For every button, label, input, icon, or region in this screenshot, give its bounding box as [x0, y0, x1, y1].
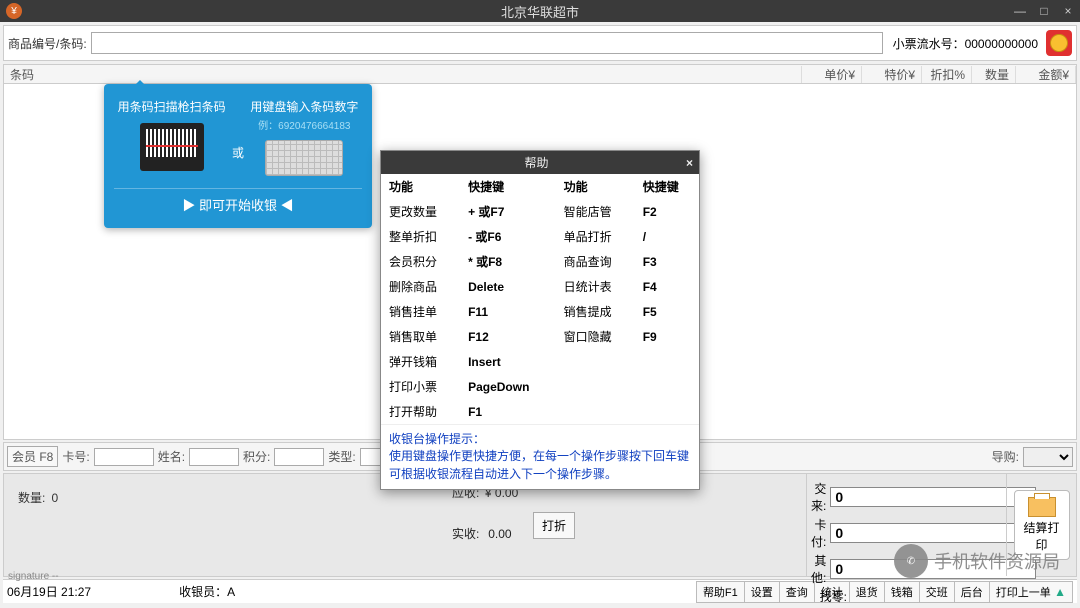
app-icon: ¥ [6, 3, 22, 19]
help-key: * 或F8 [460, 249, 556, 274]
type-label: 类型: [328, 448, 355, 465]
tooltip-scan-text: 用条码扫描枪扫条码 [117, 98, 227, 115]
guide-select[interactable] [1023, 447, 1073, 467]
help-key [635, 349, 699, 374]
barcode-scanner-icon [140, 123, 204, 171]
watermark: ✆ 手机软件资源局 [894, 544, 1060, 578]
wechat-icon: ✆ [894, 544, 928, 578]
guide-label: 导购: [992, 448, 1019, 465]
signature: signature -- [8, 571, 59, 582]
col-qty: 数量 [972, 66, 1016, 83]
col-price: 单价¥ [802, 66, 862, 83]
status-date: 06月19日 21:27 [7, 583, 91, 600]
help-key: PageDown [460, 374, 556, 399]
help-key: F4 [635, 274, 699, 299]
help-close-button[interactable]: × [686, 156, 693, 170]
help-key: F12 [460, 324, 556, 349]
help-key: F3 [635, 249, 699, 274]
help-tips: 收银台操作提示： 使用键盘操作更快捷方便，在每一个操作步骤按下回车键可根据收银流… [381, 424, 699, 489]
col-discount: 折扣% [922, 66, 972, 83]
help-key: F2 [635, 199, 699, 224]
help-func: 销售提成 [556, 299, 635, 324]
help-func: 整单折扣 [381, 224, 460, 249]
keyboard-icon [265, 140, 343, 176]
help-func: 删除商品 [381, 274, 460, 299]
status-button-2[interactable]: 查询 [779, 581, 814, 603]
change-label: 找零: [811, 588, 847, 605]
help-key: / [635, 224, 699, 249]
help-func: 销售挂单 [381, 299, 460, 324]
help-func: 窗口隐藏 [556, 324, 635, 349]
start-tooltip: 用条码扫描枪扫条码 或 用键盘输入条码数字 例：6920476664183 ▶ … [104, 84, 372, 228]
coin-icon[interactable] [1046, 30, 1072, 56]
help-func: 更改数量 [381, 199, 460, 224]
help-func [556, 349, 635, 374]
titlebar: ¥ 北京华联超市 — □ × [0, 0, 1080, 22]
maximize-button[interactable]: □ [1032, 4, 1056, 18]
tooltip-type-text: 用键盘输入条码数字 [249, 98, 359, 115]
help-func: 智能店管 [556, 199, 635, 224]
col-special: 特价¥ [862, 66, 922, 83]
close-button[interactable]: × [1056, 4, 1080, 18]
tooltip-example: 例：6920476664183 [249, 117, 359, 132]
cashier-display: 收银员：A [179, 583, 235, 600]
window-title: 北京华联超市 [501, 2, 579, 21]
card-label: 卡号: [62, 448, 89, 465]
help-key [635, 399, 699, 424]
help-func: 单品打折 [556, 224, 635, 249]
tooltip-start: ▶ 即可开始收银 ◀ [114, 188, 362, 220]
help-key: - 或F6 [460, 224, 556, 249]
cash-label: 交来: [811, 480, 826, 514]
help-table: 功能快捷键功能快捷键 更改数量+ 或F7智能店管F2整单折扣- 或F6单品打折/… [381, 174, 699, 424]
help-func: 日统计表 [556, 274, 635, 299]
card-pay-label: 卡付: [811, 516, 826, 550]
member-button[interactable]: 会员 F8 [7, 446, 58, 467]
status-button-1[interactable]: 设置 [744, 581, 779, 603]
barcode-label: 商品编号/条码: [8, 35, 87, 52]
col-barcode: 条码 [4, 66, 802, 83]
minimize-button[interactable]: — [1008, 4, 1032, 18]
help-func: 商品查询 [556, 249, 635, 274]
name-input[interactable] [189, 448, 239, 466]
help-key: + 或F7 [460, 199, 556, 224]
discount-button[interactable]: 打折 [533, 512, 575, 539]
status-button-0[interactable]: 帮助F1 [696, 581, 744, 603]
help-func: 打印小票 [381, 374, 460, 399]
help-dialog: 帮助 × 功能快捷键功能快捷键 更改数量+ 或F7智能店管F2整单折扣- 或F6… [380, 150, 700, 490]
col-amount: 金额¥ [1016, 66, 1076, 83]
card-input[interactable] [94, 448, 154, 466]
barcode-input[interactable] [91, 32, 883, 54]
help-func: 会员积分 [381, 249, 460, 274]
watermark-text: 手机软件资源局 [934, 548, 1060, 574]
other-label: 其他: [811, 552, 826, 586]
help-key: F5 [635, 299, 699, 324]
help-func: 弹开钱箱 [381, 349, 460, 374]
help-key: Insert [460, 349, 556, 374]
help-func [556, 374, 635, 399]
help-key: F1 [460, 399, 556, 424]
help-key: F11 [460, 299, 556, 324]
points-input[interactable] [274, 448, 324, 466]
tooltip-or: 或 [232, 144, 244, 161]
quantity-display: 数量: 0 [18, 482, 430, 508]
help-key [635, 374, 699, 399]
points-label: 积分: [243, 448, 270, 465]
help-key: F9 [635, 324, 699, 349]
help-title: 帮助 [387, 154, 686, 171]
paid-display: 实收: 0.00 [452, 509, 512, 546]
help-key: Delete [460, 274, 556, 299]
help-func: 打开帮助 [381, 399, 460, 424]
barcode-row: 商品编号/条码: 小票流水号：00000000000 [3, 25, 1077, 61]
help-func [556, 399, 635, 424]
grid-header: 条码 单价¥ 特价¥ 折扣% 数量 金额¥ [3, 64, 1077, 84]
printer-icon [1028, 497, 1056, 517]
help-func: 销售取单 [381, 324, 460, 349]
name-label: 姓名: [158, 448, 185, 465]
receipt-number: 小票流水号：00000000000 [893, 35, 1038, 52]
